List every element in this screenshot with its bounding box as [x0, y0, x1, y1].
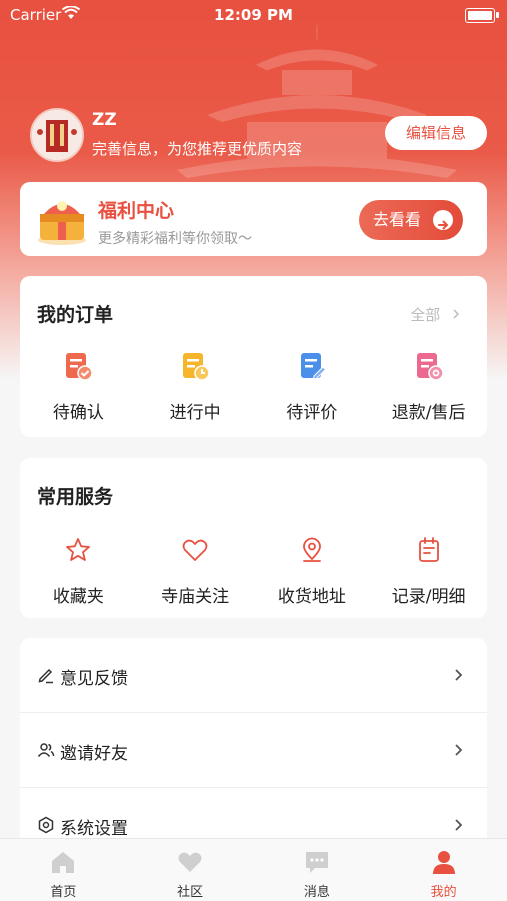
- tab-label: 首页: [50, 885, 77, 900]
- view-all-orders-link[interactable]: 全部: [410, 304, 461, 325]
- tab-bar: 首页 社区 消息 我的: [0, 838, 507, 901]
- settings-icon: [38, 816, 54, 834]
- in-progress-icon: [183, 353, 210, 381]
- order-to-review[interactable]: 待评价: [254, 350, 371, 423]
- order-label: 待评价: [286, 403, 338, 423]
- my-orders-card: 我的订单 全部 待确认 进行中 待评价 退款/售后: [20, 276, 487, 437]
- orders-grid: 待确认 进行中 待评价 退款/售后: [20, 350, 487, 423]
- clock: 12:09 PM: [214, 6, 293, 24]
- tab-home[interactable]: 首页: [0, 839, 127, 901]
- tab-mine[interactable]: 我的: [380, 839, 507, 901]
- welfare-center-card[interactable]: 福利中心 更多精彩福利等你领取～ 去看看: [20, 182, 487, 256]
- settings-list: 意见反馈 邀请好友 系统设置: [20, 638, 487, 848]
- arrow-right-icon: [433, 210, 453, 230]
- user-icon: [432, 851, 455, 874]
- menu-item-feedback[interactable]: 意见反馈: [20, 638, 487, 713]
- heart-icon: [178, 852, 202, 872]
- go-see-label: 去看看: [373, 210, 422, 229]
- record-icon: [418, 537, 439, 562]
- service-temple-follow[interactable]: 寺庙关注: [137, 534, 254, 607]
- avatar-image: [32, 110, 82, 160]
- order-label: 退款/售后: [391, 403, 466, 423]
- username: ZZ: [92, 110, 117, 130]
- tab-messages[interactable]: 消息: [254, 839, 381, 901]
- services-grid: 收藏夹 寺庙关注 收货地址 记录/明细: [20, 534, 487, 607]
- temple-silhouette-image: [177, 25, 457, 178]
- status-bar: Carrier 12:09 PM: [0, 0, 507, 30]
- battery-icon: [465, 8, 495, 23]
- location-icon: [302, 537, 321, 562]
- refund-icon: [416, 353, 444, 381]
- order-pending-confirm[interactable]: 待确认: [20, 350, 137, 423]
- service-label: 收藏夹: [52, 587, 104, 607]
- star-icon: [66, 538, 91, 561]
- chevron-right-icon: [453, 309, 460, 319]
- order-in-progress[interactable]: 进行中: [137, 350, 254, 423]
- battery-cap: [496, 12, 499, 18]
- order-refund[interactable]: 退款/售后: [370, 350, 487, 423]
- pencil-icon: [38, 668, 53, 684]
- view-all-label: 全部: [410, 306, 441, 324]
- menu-label: 邀请好友: [60, 744, 128, 764]
- welfare-description: 更多精彩福利等你领取～: [98, 231, 252, 247]
- common-services-card: 常用服务 收藏夹 寺庙关注 收货地址 记录/明细: [20, 458, 487, 618]
- edit-profile-button[interactable]: 编辑信息: [385, 116, 487, 150]
- go-see-button[interactable]: 去看看: [359, 200, 463, 240]
- services-title: 常用服务: [37, 486, 114, 508]
- message-icon: [305, 852, 328, 873]
- chevron-right-icon: [455, 744, 463, 756]
- to-review-icon: [300, 353, 327, 380]
- users-icon: [37, 743, 55, 757]
- order-label: 待确认: [52, 403, 104, 423]
- tab-label: 社区: [177, 885, 204, 900]
- menu-label: 意见反馈: [60, 669, 128, 689]
- heart-icon: [182, 539, 208, 561]
- service-address[interactable]: 收货地址: [254, 534, 371, 607]
- welfare-title: 福利中心: [98, 200, 175, 222]
- service-label: 收货地址: [277, 587, 346, 607]
- gift-box-icon: [38, 201, 86, 245]
- service-records[interactable]: 记录/明细: [370, 534, 487, 607]
- menu-label: 系统设置: [60, 819, 128, 839]
- tab-label: 消息: [303, 885, 330, 900]
- avatar[interactable]: [30, 108, 84, 162]
- tab-label: 我的: [430, 885, 457, 900]
- service-favorites[interactable]: 收藏夹: [20, 534, 137, 607]
- home-icon: [52, 852, 75, 873]
- tab-community[interactable]: 社区: [127, 839, 254, 901]
- order-label: 进行中: [169, 403, 221, 423]
- pending-confirm-icon: [66, 353, 94, 381]
- service-label: 记录/明细: [391, 587, 466, 607]
- menu-item-invite[interactable]: 邀请好友: [20, 713, 487, 788]
- chevron-right-icon: [455, 819, 463, 831]
- orders-title: 我的订单: [37, 304, 114, 326]
- profile-subtitle: 完善信息，为您推荐更优质内容: [92, 140, 303, 158]
- chevron-right-icon: [455, 669, 463, 681]
- service-label: 寺庙关注: [161, 587, 230, 607]
